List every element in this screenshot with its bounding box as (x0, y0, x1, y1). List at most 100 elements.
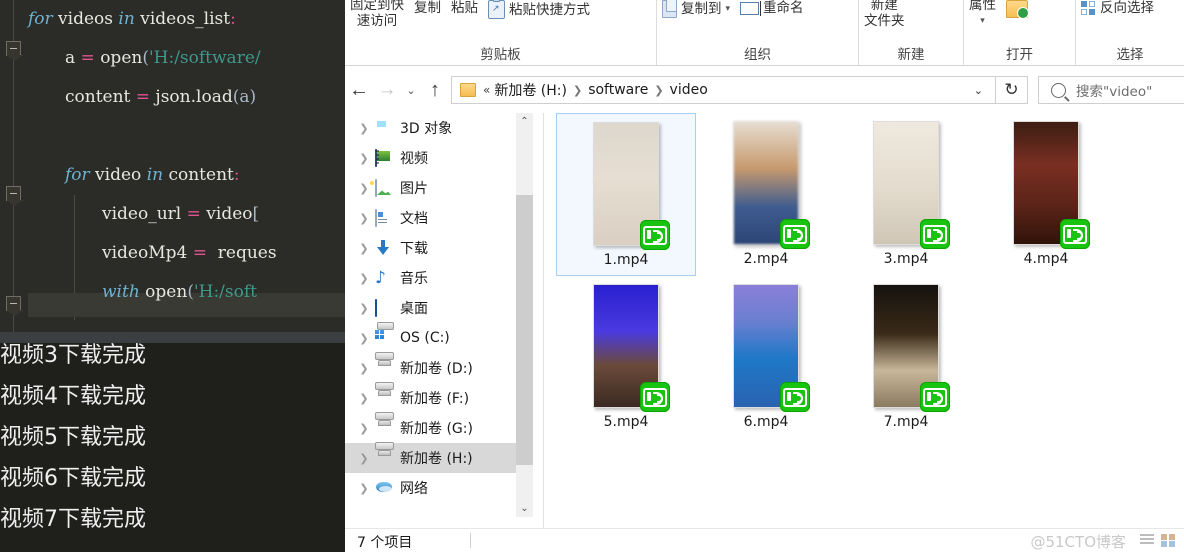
tree-item-12[interactable]: ❯ 网络 (345, 473, 525, 503)
address-dropdown-icon[interactable]: ⌄ (962, 84, 995, 97)
ribbon-button-copy-to[interactable]: 复制到 ▾ (657, 0, 735, 18)
file-name-label: 3.mp4 (883, 251, 929, 267)
file-tile[interactable]: 3.mp4 (836, 113, 976, 276)
tree-item-label: 文档 (400, 211, 428, 227)
breadcrumb-item[interactable]: video (670, 82, 708, 98)
network-icon (375, 480, 393, 496)
file-tile[interactable]: 2.mp4 (696, 113, 836, 276)
nav-scrollbar[interactable]: ⌃ ⌄ (516, 113, 533, 517)
code-line: for video in content: (28, 156, 345, 195)
tree-item-10[interactable]: ❯ 新加卷 (G:) (345, 413, 525, 443)
ribbon-group: 反向选择 选择 (1076, 0, 1184, 66)
tree-item-2[interactable]: ❯ 图片 (345, 173, 525, 203)
sound-wave-glyph (796, 394, 803, 403)
refresh-button[interactable]: ↻ (996, 76, 1028, 104)
player-screen-glyph (923, 387, 947, 407)
chevron-right-icon[interactable]: ❯ (357, 332, 371, 345)
forward-button[interactable]: → (373, 76, 401, 104)
scrollbar-thumb[interactable] (516, 195, 533, 465)
chevron-right-icon[interactable]: ❯ (357, 212, 371, 225)
breadcrumb-item[interactable]: software (588, 82, 648, 98)
ribbon-button-properties[interactable]: 属性 ▾ (964, 0, 1001, 29)
sound-wave-glyph (796, 231, 803, 240)
folder-open-icon (1006, 0, 1029, 19)
fold-marker[interactable] (6, 296, 21, 311)
video-icon (375, 149, 393, 167)
sound-wave-glyph (656, 232, 663, 241)
ribbon-button-rename[interactable]: 重命名 (735, 0, 809, 16)
ribbon-button-paste[interactable]: 粘贴 (446, 0, 483, 16)
recent-locations-button[interactable]: ⌄ (401, 76, 421, 104)
ribbon-button-pin-quick-access[interactable]: 固定到快 速访问 (345, 0, 409, 29)
scroll-down-icon[interactable]: ⌄ (516, 500, 533, 517)
file-tile[interactable]: 6.mp4 (696, 276, 836, 439)
ribbon-button-paste-shortcut[interactable]: ↗ 粘贴快捷方式 (483, 0, 595, 19)
breadcrumb-separator[interactable]: ❯ (567, 84, 588, 97)
tree-item-1[interactable]: ❯ 视频 (345, 143, 525, 173)
chevron-right-icon[interactable]: ❯ (357, 422, 371, 435)
code-token: videos_list (134, 9, 231, 29)
ribbon-button-label: 文件夹 (864, 13, 905, 29)
chevron-right-icon[interactable]: ❯ (357, 122, 371, 135)
fold-marker[interactable] (6, 186, 21, 201)
back-button[interactable]: ← (345, 76, 373, 104)
chevron-right-icon[interactable]: ❯ (357, 482, 371, 495)
details-view-icon[interactable] (1139, 532, 1157, 549)
code-text[interactable]: for videos in videos_list: a = open('H:/s… (28, 0, 345, 312)
item-count-label: 7 个项目 (357, 535, 413, 551)
tree-item-6[interactable]: ❯ 桌面 (345, 293, 525, 323)
address-field[interactable]: « 新加卷 (H:) ❯ software ❯ video ⌄ (451, 76, 996, 104)
file-tile[interactable]: 1.mp4 (556, 113, 696, 276)
chevron-right-icon[interactable]: ❯ (357, 242, 371, 255)
tree-item-9[interactable]: ❯ 新加卷 (F:) (345, 383, 525, 413)
tree-item-3[interactable]: ❯ 文档 (345, 203, 525, 233)
breadcrumb-separator[interactable]: ❯ (648, 84, 669, 97)
ribbon-group: 新建 文件夹 新建 (859, 0, 964, 66)
chevron-right-icon[interactable]: ❯ (357, 272, 371, 285)
code-token: for (65, 165, 90, 185)
tree-item-7[interactable]: ❯ OS (C:) (345, 323, 525, 353)
file-tile[interactable]: 5.mp4 (556, 276, 696, 439)
code-token: a (65, 48, 81, 68)
ribbon-button-copy[interactable]: 复制 (409, 0, 446, 16)
thumbnail-wrapper (1013, 121, 1090, 249)
large-icons-view-icon[interactable] (1160, 532, 1178, 549)
tree-item-label: OS (C:) (400, 330, 450, 346)
code-token: (a) (232, 87, 257, 107)
search-box[interactable]: 搜索"video" (1038, 76, 1184, 104)
shortcut-arrow-icon: ↗ (492, 4, 500, 14)
drive-icon (375, 450, 393, 466)
tree-item-8[interactable]: ❯ 新加卷 (D:) (345, 353, 525, 383)
code-token: ( (142, 48, 149, 68)
chevron-right-icon[interactable]: ❯ (357, 152, 371, 165)
chevron-down-icon[interactable]: ▾ (726, 1, 731, 17)
ribbon-divider (345, 65, 1184, 66)
up-button[interactable]: ↑ (421, 76, 449, 104)
file-tile[interactable]: 4.mp4 (976, 113, 1116, 276)
chevron-right-icon[interactable]: ❯ (357, 452, 371, 465)
console-output[interactable]: 视频3下载完成 视频4下载完成 视频5下载完成 视频6下载完成 视频7下载完成 (0, 343, 345, 540)
chevron-right-icon[interactable]: ❯ (357, 362, 371, 375)
scroll-up-icon[interactable]: ⌃ (516, 113, 533, 130)
chevron-down-icon[interactable]: ▾ (980, 13, 985, 29)
tree-item-5[interactable]: ❯ ♪ 音乐 (345, 263, 525, 293)
ribbon-button-invert-selection[interactable]: 反向选择 (1076, 0, 1159, 16)
ribbon-button-label: 复制 (414, 0, 441, 16)
file-tile[interactable]: 7.mp4 (836, 276, 976, 439)
code-token: content (163, 165, 234, 185)
chevron-right-icon[interactable]: ❯ (357, 182, 371, 195)
tree-item-0[interactable]: ❯ 3D 对象 (345, 113, 525, 143)
chevron-right-icon[interactable]: ❯ (357, 302, 371, 315)
player-screen-glyph (923, 224, 947, 244)
tree-item-4[interactable]: ❯ 下载 (345, 233, 525, 263)
file-list-pane[interactable]: 1.mp4 2.mp4 3.mp4 4.mp4 5.mp4 6.mp4 7.mp4 (544, 113, 1184, 528)
ribbon-button-open-folder[interactable] (1001, 0, 1033, 19)
ribbon-button-new-folder[interactable]: 新建 文件夹 (859, 0, 910, 29)
tree-item-11[interactable]: ❯ 新加卷 (H:) (345, 443, 531, 473)
breadcrumb-item[interactable]: 新加卷 (H:) (494, 80, 567, 100)
fold-marker[interactable] (6, 41, 21, 56)
chevron-right-icon[interactable]: ❯ (357, 392, 371, 405)
editor-gutter (0, 0, 28, 332)
thumbnail-wrapper (733, 121, 810, 249)
